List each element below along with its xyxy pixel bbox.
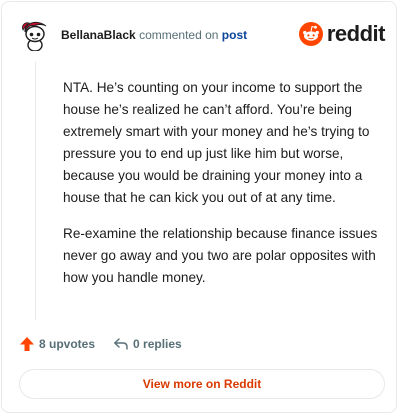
action-text: commented on — [139, 28, 219, 42]
comment-actions: 8 upvotes 0 replies — [19, 334, 182, 354]
reddit-brand[interactable]: reddit — [298, 21, 386, 47]
comment-paragraph: Re-examine the relationship because fina… — [63, 226, 378, 285]
upvote-button[interactable]: 8 upvotes — [19, 336, 95, 352]
comment-meta: BellanaBlack commented on post — [61, 28, 247, 42]
reply-button[interactable]: 0 replies — [113, 336, 182, 352]
post-link[interactable]: post — [222, 28, 247, 42]
snoo-avatar-icon — [19, 19, 51, 52]
reddit-wordmark: reddit — [326, 21, 386, 46]
upvote-arrow-icon — [20, 337, 34, 351]
comment-header: BellanaBlack commented on post reddit — [19, 19, 386, 52]
reply-count: 0 replies — [133, 337, 182, 351]
reddit-comment-embed-card: BellanaBlack commented on post reddit NT… — [1, 1, 397, 413]
username[interactable]: BellanaBlack — [61, 28, 136, 42]
comment-body: NTA. He’s counting on your income to sup… — [63, 77, 381, 303]
thread-line — [35, 62, 36, 320]
user-avatar[interactable] — [19, 19, 51, 52]
comment-paragraph: NTA. He’s counting on your income to sup… — [63, 80, 370, 205]
reply-arrow-icon — [114, 338, 128, 350]
upvote-count: 8 upvotes — [39, 337, 96, 351]
reddit-logo-icon — [298, 22, 323, 46]
view-more-button[interactable]: View more on Reddit — [19, 369, 385, 399]
